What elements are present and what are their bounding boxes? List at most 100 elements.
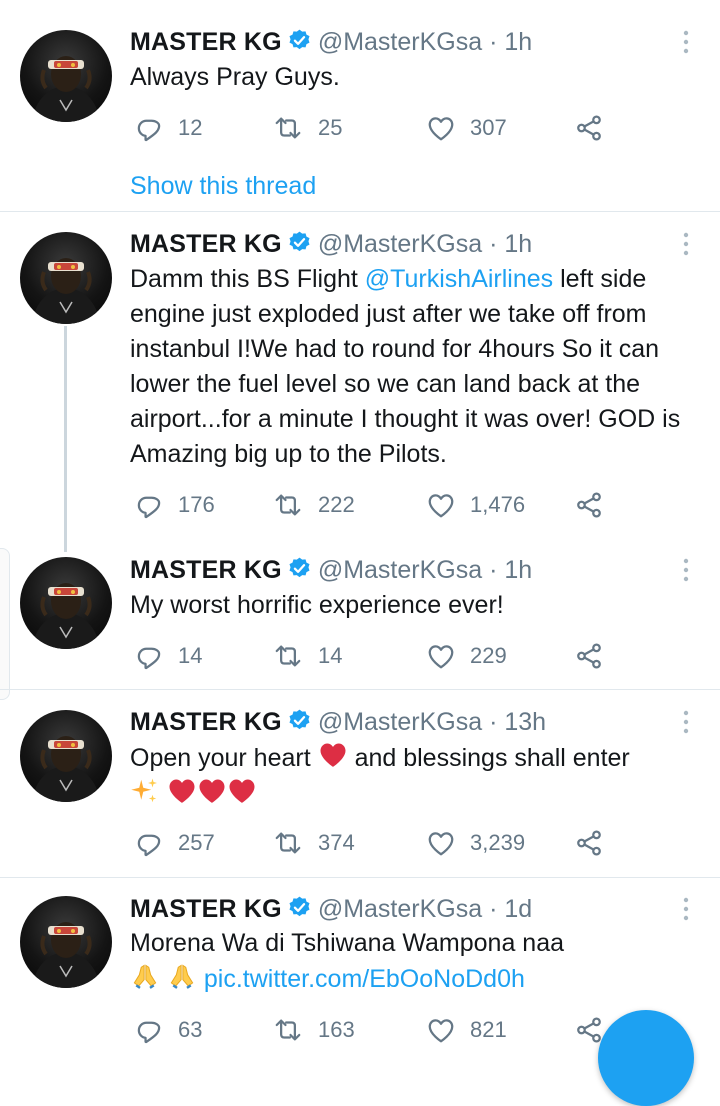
reply-icon (134, 828, 164, 858)
tweet-header: MASTER KG @MasterKGsa · 1d (130, 894, 532, 924)
tweet-text-part: Open your heart (130, 744, 318, 772)
author-handle[interactable]: @MasterKGsa (318, 230, 482, 258)
tweet-text-content: My worst horrific experience ever! (130, 591, 504, 619)
tweet-text: Damm this BS Flight @TurkishAirlines lef… (130, 262, 700, 472)
like-icon (426, 641, 456, 671)
tweet-header: MASTER KG @MasterKGsa · 13h (130, 707, 546, 737)
author-name[interactable]: MASTER KG (130, 708, 282, 736)
tweet-2[interactable]: MASTER KG @MasterKGsa · 1h Damm this BS F… (0, 212, 720, 542)
verified-badge-icon (287, 230, 312, 255)
avatar[interactable] (20, 710, 112, 802)
tweet-timestamp[interactable]: 13h (504, 708, 546, 736)
retweet-button[interactable]: 163 (272, 1010, 355, 1050)
more-options-icon[interactable] (676, 27, 696, 57)
tweet-timestamp[interactable]: 1d (504, 895, 532, 923)
share-button[interactable] (574, 823, 604, 863)
tweet-actions: 176 222 1,476 (130, 485, 610, 525)
avatar[interactable] (20, 557, 112, 649)
retweet-count: 374 (318, 830, 355, 855)
reply-count: 12 (178, 115, 203, 140)
author-handle[interactable]: @MasterKGsa (318, 28, 482, 56)
like-count: 307 (470, 115, 507, 140)
retweet-button[interactable]: 14 (272, 636, 342, 676)
retweet-icon (272, 641, 304, 671)
more-options-icon[interactable] (676, 894, 696, 924)
share-button[interactable] (574, 108, 604, 148)
like-count: 3,239 (470, 830, 526, 855)
more-options-icon[interactable] (676, 229, 696, 259)
share-button[interactable] (574, 636, 604, 676)
author-handle[interactable]: @MasterKGsa (318, 708, 482, 736)
author-name[interactable]: MASTER KG (130, 28, 282, 56)
reply-button[interactable]: 12 (134, 108, 202, 148)
tweet-actions: 257 374 3,239 (130, 823, 610, 863)
more-options-icon[interactable] (676, 555, 696, 585)
like-button[interactable]: 3,239 (426, 823, 525, 863)
sparkles-emoji-icon (130, 776, 160, 806)
reply-icon (134, 1015, 164, 1045)
reply-button[interactable]: 257 (134, 823, 215, 863)
like-icon (426, 828, 456, 858)
tweet-text-content: Morena Wa di Tshiwana Wampona naa (130, 929, 565, 957)
share-icon (574, 641, 604, 671)
reply-button[interactable]: 14 (134, 636, 202, 676)
tweet-1[interactable]: MASTER KG @MasterKGsa · 1h Always Pray Gu… (0, 0, 720, 210)
tweet-text: Morena Wa di Tshiwana Wampona naa pic.tw… (130, 926, 700, 997)
reply-count: 63 (178, 1017, 203, 1042)
author-handle[interactable]: @MasterKGsa (318, 895, 482, 923)
retweet-button[interactable]: 25 (272, 108, 342, 148)
retweet-button[interactable]: 222 (272, 485, 355, 525)
like-button[interactable]: 229 (426, 636, 507, 676)
tweet-actions: 63 163 821 (130, 1010, 610, 1050)
avatar[interactable] (20, 232, 112, 324)
reply-button[interactable]: 176 (134, 485, 215, 525)
retweet-icon (272, 490, 304, 520)
tweet-actions: 14 14 229 (130, 636, 610, 676)
avatar[interactable] (20, 896, 112, 988)
like-button[interactable]: 1,476 (426, 485, 525, 525)
share-icon (574, 828, 604, 858)
retweet-icon (272, 113, 304, 143)
verified-badge-icon (287, 708, 312, 733)
share-icon (574, 1015, 604, 1045)
author-handle[interactable]: @MasterKGsa (318, 556, 482, 584)
separator-dot: · (489, 230, 498, 258)
more-options-icon[interactable] (676, 707, 696, 737)
like-count: 229 (470, 643, 507, 668)
media-link[interactable]: pic.twitter.com/EbOoNoDd0h (204, 965, 525, 993)
retweet-button[interactable]: 374 (272, 823, 355, 863)
red-heart-emoji-icon (318, 740, 348, 770)
red-heart-emoji-icon (197, 776, 227, 806)
tweet-timestamp[interactable]: 1h (504, 28, 532, 56)
reply-icon (134, 490, 164, 520)
retweet-count: 25 (318, 115, 343, 140)
tweet-text-part: left side engine just exploded just afte… (130, 265, 681, 468)
show-thread-link[interactable]: Show this thread (130, 172, 316, 201)
tweet-4[interactable]: MASTER KG @MasterKGsa · 13h Open your hea… (0, 690, 720, 876)
author-name[interactable]: MASTER KG (130, 895, 282, 923)
verified-badge-icon (287, 556, 312, 581)
separator-dot: · (489, 28, 498, 56)
tweet-timestamp[interactable]: 1h (504, 230, 532, 258)
avatar[interactable] (20, 30, 112, 122)
share-button[interactable] (574, 485, 604, 525)
tweet-timestamp[interactable]: 1h (504, 556, 532, 584)
like-count: 1,476 (470, 492, 526, 517)
reply-button[interactable]: 63 (134, 1010, 202, 1050)
retweet-icon (272, 1015, 304, 1045)
red-heart-emoji-icon (227, 776, 257, 806)
reply-icon (134, 113, 164, 143)
retweet-count: 163 (318, 1017, 355, 1042)
reply-icon (134, 641, 164, 671)
like-button[interactable]: 307 (426, 108, 507, 148)
author-name[interactable]: MASTER KG (130, 556, 282, 584)
folded-hands-emoji-icon (167, 961, 197, 991)
retweet-count: 14 (318, 643, 343, 668)
separator-dot: · (489, 708, 498, 736)
author-name[interactable]: MASTER KG (130, 230, 282, 258)
compose-tweet-button[interactable] (598, 1010, 694, 1106)
mention-link[interactable]: @TurkishAirlines (365, 265, 553, 293)
like-icon (426, 113, 456, 143)
like-button[interactable]: 821 (426, 1010, 507, 1050)
tweet-3[interactable]: MASTER KG @MasterKGsa · 1h My worst horri… (0, 542, 720, 688)
